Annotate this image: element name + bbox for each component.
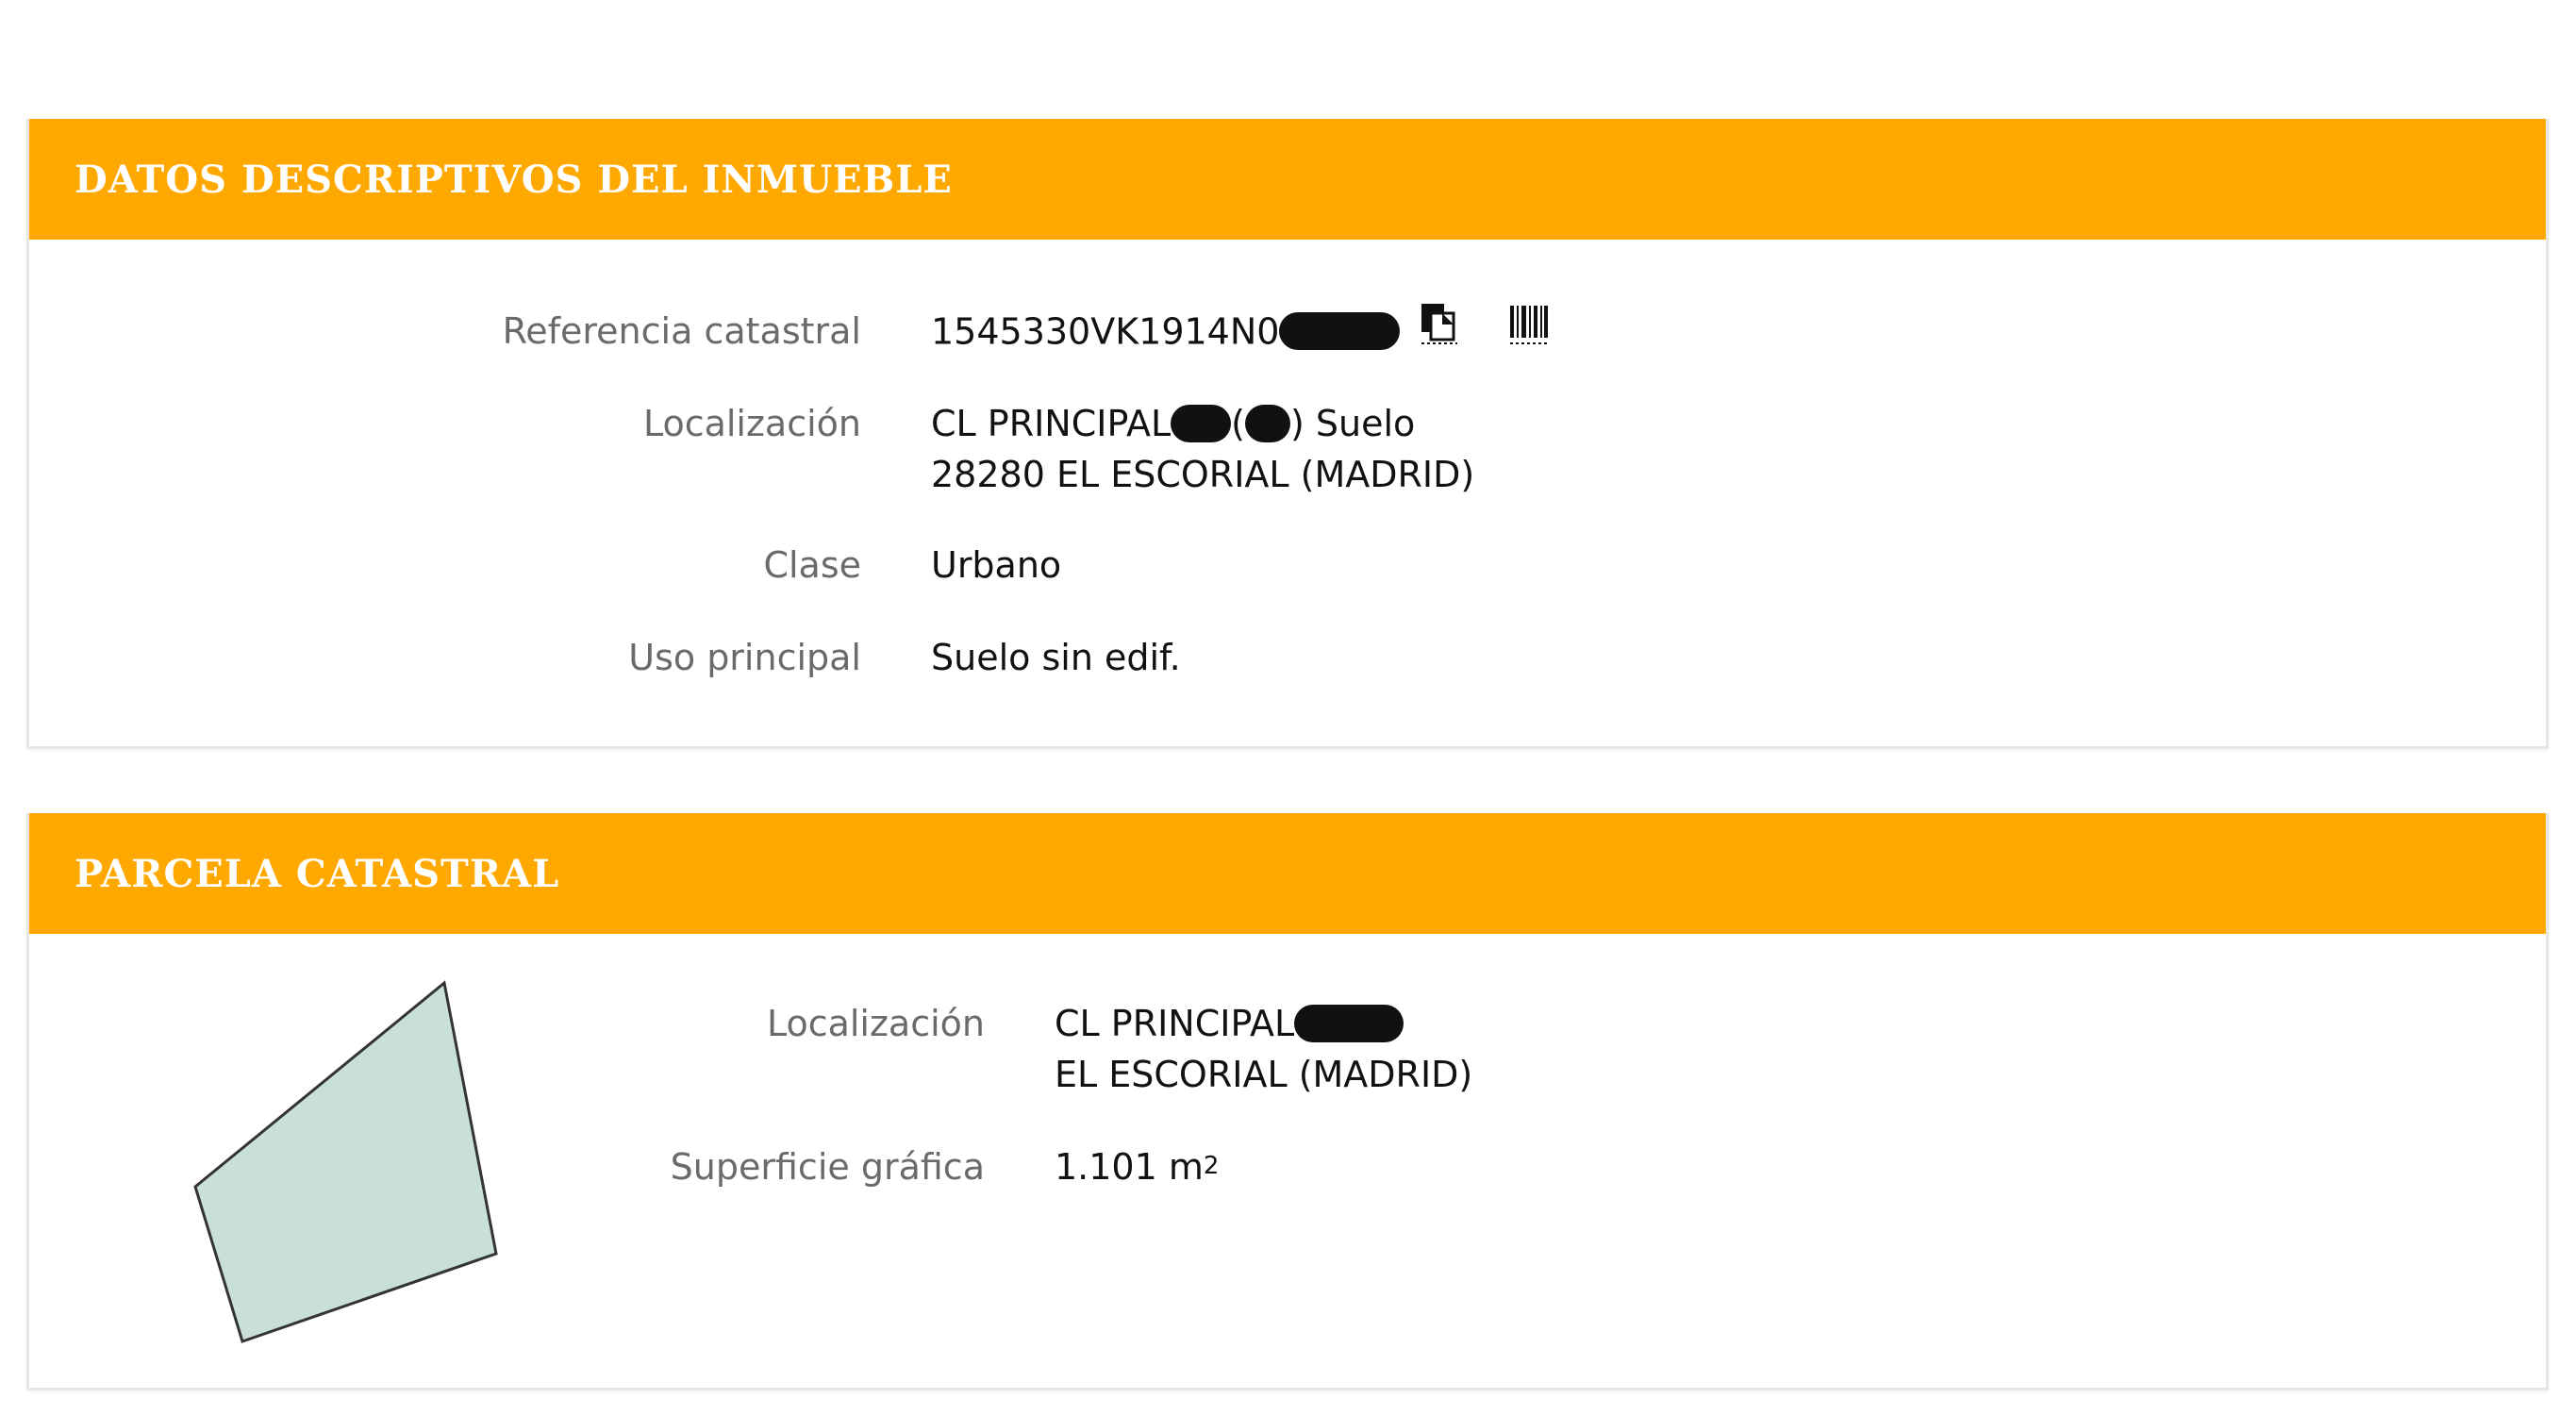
datos-descriptivos-panel: DATOS DESCRIPTIVOS DEL INMUEBLE Referenc… xyxy=(26,119,2549,749)
parcela-localizacion-label: Localización xyxy=(766,1003,985,1044)
barcode-icon[interactable] xyxy=(1508,302,1550,358)
referencia-value: 1545330VK1914N0 xyxy=(931,304,1550,362)
localizacion-label: Localización xyxy=(642,403,861,444)
parcel-polygon xyxy=(193,980,498,1343)
superficie-unit-sup: 2 xyxy=(1203,1152,1220,1180)
uso-principal-label: Uso principal xyxy=(628,637,861,678)
parcela-catastral-header: PARCELA CATASTRAL xyxy=(29,813,2546,934)
copy-icon[interactable] xyxy=(1420,302,1459,358)
superficie-value: 1.101 m2 xyxy=(1055,1141,1219,1197)
datos-descriptivos-header: DATOS DESCRIPTIVOS DEL INMUEBLE xyxy=(29,119,2546,240)
localizacion-line1-a: CL PRINCIPAL xyxy=(931,403,1172,444)
datos-descriptivos-title: DATOS DESCRIPTIVOS DEL INMUEBLE xyxy=(75,157,953,202)
referencia-label: Referencia catastral xyxy=(502,310,861,352)
redacted-mark xyxy=(1171,404,1232,442)
parcela-catastral-title: PARCELA CATASTRAL xyxy=(75,851,560,896)
uso-principal-value: Suelo sin edif. xyxy=(931,637,1181,678)
redacted-mark xyxy=(1279,312,1401,350)
superficie-number: 1.101 m xyxy=(1055,1146,1204,1188)
parcela-catastral-panel: PARCELA CATASTRAL Localización CL PRINCI… xyxy=(26,813,2549,1390)
localizacion-line1-c: ) Suelo xyxy=(1289,403,1416,444)
clase-label: Clase xyxy=(763,544,861,586)
localizacion-line1-b: ( xyxy=(1231,403,1245,444)
redacted-mark xyxy=(1244,404,1290,442)
parcela-localizacion-line2: EL ESCORIAL (MADRID) xyxy=(1055,1054,1473,1095)
parcela-localizacion-value: CL PRINCIPAL EL ESCORIAL (MADRID) xyxy=(1055,998,1472,1100)
parcela-localizacion-line1: CL PRINCIPAL xyxy=(1055,1003,1295,1044)
redacted-mark xyxy=(1294,1004,1404,1042)
superficie-label: Superficie gráfica xyxy=(670,1146,985,1188)
parcel-shape[interactable] xyxy=(190,974,548,1351)
referencia-text: 1545330VK1914N0 xyxy=(931,310,1280,353)
clase-value: Urbano xyxy=(931,544,1062,586)
localizacion-value: CL PRINCIPAL ( ) Suelo 28280 EL ESCORIAL (… xyxy=(931,398,1474,500)
localizacion-line2: 28280 EL ESCORIAL (MADRID) xyxy=(931,454,1475,495)
